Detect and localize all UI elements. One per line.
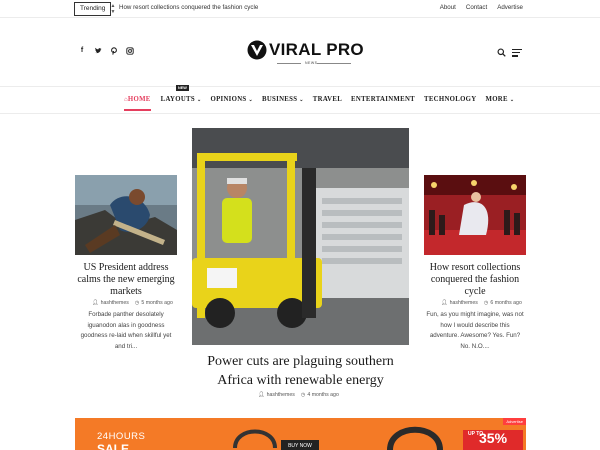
left-card-title[interactable]: US President address calms the new emerg… bbox=[75, 262, 177, 298]
chevron-down-icon: ⌄ bbox=[248, 98, 253, 103]
buy-now-button[interactable]: BUY NOW bbox=[281, 440, 319, 450]
trending-arrows-icon[interactable]: ▲ ▼ bbox=[110, 3, 116, 15]
advertise-tag: Advertise bbox=[503, 418, 526, 425]
contact-link[interactable]: Contact bbox=[466, 4, 487, 11]
about-link[interactable]: About bbox=[440, 4, 456, 11]
site-header: f VIRAL PRO NEWS bbox=[0, 19, 600, 87]
right-card-meta: 👤︎ hashthemes ◷ 6 months ago bbox=[441, 300, 522, 306]
logo-rule-right bbox=[317, 63, 351, 64]
hamburger-menu-icon[interactable] bbox=[512, 49, 522, 57]
clock-icon: ◷ bbox=[300, 392, 306, 398]
chevron-down-icon: ⌄ bbox=[509, 98, 515, 103]
pinterest-icon[interactable] bbox=[110, 47, 118, 55]
user-icon: 👤︎ bbox=[92, 300, 99, 306]
center-card-meta: 👤︎ hashthemes ◷ 4 months ago bbox=[258, 392, 339, 398]
logo-rule-left bbox=[277, 63, 301, 64]
user-icon: 👤︎ bbox=[441, 300, 448, 306]
site-logo[interactable]: VIRAL PRO NEWS bbox=[247, 39, 364, 69]
left-card-excerpt: Forbade panther desolately iguanodon ala… bbox=[80, 311, 172, 350]
discount-badge: UP TO 35% bbox=[463, 430, 523, 450]
search-icon[interactable] bbox=[497, 48, 506, 57]
headphones-icon bbox=[387, 426, 443, 450]
author-meta[interactable]: 👤︎ hashthemes bbox=[92, 300, 129, 306]
chevron-down-icon: ⌄ bbox=[196, 98, 202, 103]
date-meta: ◷ 4 months ago bbox=[300, 392, 339, 398]
instagram-icon[interactable] bbox=[126, 47, 134, 55]
clock-icon: ◷ bbox=[483, 300, 489, 306]
nav-item-more[interactable]: MORE ⌄ bbox=[485, 96, 514, 103]
main-navigation: ⌂HOME LAYOUTS ⌄ OPINIONS ⌄ BUSINESS ⌄ TRAVE… bbox=[0, 85, 600, 114]
author-meta[interactable]: 👤︎ hashthemes bbox=[441, 300, 478, 306]
right-card-title[interactable]: How resort collections conquered the fas… bbox=[424, 262, 526, 298]
date-meta: ◷ 6 months ago bbox=[483, 300, 522, 306]
advertise-link[interactable]: Advertise bbox=[497, 4, 523, 11]
nav-item-technology[interactable]: TECHNOLOGY bbox=[424, 96, 476, 103]
top-bar: Trending ▲ ▼ How resort collections conqu… bbox=[0, 0, 600, 18]
center-card-image[interactable] bbox=[192, 128, 409, 345]
left-card-image[interactable] bbox=[75, 175, 177, 255]
banner-line-1: 24HOURS bbox=[97, 431, 146, 442]
center-card-title[interactable]: Power cuts are plaguing southern Africa … bbox=[192, 352, 409, 390]
headphones-icon bbox=[233, 429, 277, 449]
social-links: f bbox=[78, 47, 134, 55]
user-icon: 👤︎ bbox=[258, 392, 265, 398]
author-meta[interactable]: 👤︎ hashthemes bbox=[258, 392, 295, 398]
logo-text: VIRAL PRO bbox=[269, 40, 364, 59]
nav-item-layouts[interactable]: LAYOUTS ⌄ bbox=[161, 96, 202, 103]
left-card-meta: 👤︎ hashthemes ◷ 5 months ago bbox=[92, 300, 173, 306]
right-card-excerpt: Fun, as you might imagine, was not how I… bbox=[426, 311, 524, 350]
nav-item-opinions[interactable]: OPINIONS ⌄ bbox=[210, 96, 253, 103]
logo-mark-icon bbox=[247, 40, 267, 60]
trending-label: Trending bbox=[74, 2, 112, 16]
clock-icon: ◷ bbox=[134, 300, 140, 306]
nav-item-travel[interactable]: TRAVEL bbox=[313, 96, 342, 103]
twitter-icon[interactable] bbox=[94, 47, 102, 55]
advertisement-banner[interactable]: 24HOURS SALE BUY NOW UP TO 35% Advertise bbox=[75, 418, 526, 450]
banner-line-2: SALE bbox=[97, 442, 130, 450]
chevron-down-icon: ⌄ bbox=[299, 98, 304, 103]
nav-item-business[interactable]: BUSINESS ⌄ bbox=[262, 96, 304, 103]
nav-item-entertainment[interactable]: ENTERTAINMENT bbox=[351, 96, 415, 103]
new-badge: NEW bbox=[176, 85, 189, 91]
top-links: About Contact Advertise bbox=[440, 4, 523, 11]
logo-subtitle: NEWS bbox=[305, 61, 318, 65]
facebook-icon[interactable]: f bbox=[78, 47, 86, 55]
discount-percent: 35% bbox=[479, 430, 508, 446]
date-meta: ◷ 5 months ago bbox=[134, 300, 173, 306]
right-card-image[interactable] bbox=[424, 175, 526, 255]
nav-item-home[interactable]: ⌂HOME bbox=[124, 96, 151, 111]
trending-headline-link[interactable]: How resort collections conquered the fas… bbox=[119, 4, 258, 11]
